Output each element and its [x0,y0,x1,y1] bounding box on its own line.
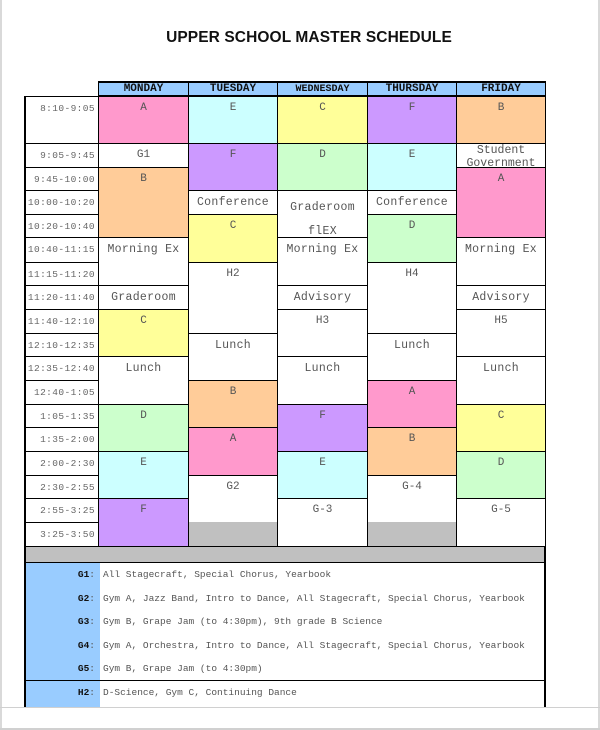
schedule-block-tuesday: B [188,380,278,428]
schedule-block-thursday: F [367,96,457,144]
time-slot: 1:05-1:35 [24,404,99,428]
legend-row: G1: All Stagecraft, Special Chorus, Yearb… [26,569,546,585]
schedule-block-friday: A [456,167,546,238]
legend-group: G1: All Stagecraft, Special Chorus, Yearb… [24,562,546,681]
empty-slot [188,522,278,547]
day-header-monday: MONDAY [98,81,189,96]
schedule-block-friday: B [456,96,546,144]
page-title: UPPER SCHOOL MASTER SCHEDULE [166,29,452,46]
schedule-block-tuesday: Lunch [188,333,278,381]
schedule-block-wednesday: D [277,143,368,191]
schedule-block-monday: B [98,167,189,238]
schedule-block-monday: Morning Ex [98,237,189,286]
schedule-block-monday: Lunch [98,356,189,405]
time-slot: 12:40-1:05 [24,380,99,405]
schedule-block-monday: E [98,451,189,499]
time-slot: 1:35-2:00 [24,427,99,452]
schedule-block-thursday: Conference [367,190,457,215]
schedule-block-monday: C [98,309,189,357]
schedule-block-tuesday: A [188,427,278,476]
schedule-block-thursday: E [367,143,457,191]
page-break [0,707,600,708]
legend-key: G4: [77,639,95,651]
schedule-block-tuesday: E [188,96,278,144]
day-header-thursday: THURSDAY [367,81,457,96]
schedule-block-monday: A [98,96,189,144]
schedule-block-thursday: B [367,427,457,476]
schedule-block-tuesday: Conference [188,190,278,215]
empty-slot [367,522,457,547]
time-slot: 12:10-12:35 [24,333,99,357]
schedule-block-wednesday: C [277,96,368,144]
schedule-block-monday: F [98,498,189,547]
legend-row: H2: D-Science, Gym C, Continuing Dance [26,687,546,703]
schedule-block-wednesday: F [277,404,368,452]
day-header-tuesday: TUESDAY [188,81,278,96]
schedule-block-friday: Advisory [456,285,546,310]
legend-description: D-Science, Gym C, Continuing Dance [103,687,297,698]
legend-key: G1: [77,569,95,580]
time-slot: 11:15-11:20 [24,262,99,286]
day-header-friday: FRIDAY [456,81,546,96]
schedule-block-tuesday: C [188,214,278,263]
schedule-block-wednesday: G-3 [277,498,368,547]
legend-key: G5: [77,663,95,674]
schedule-block-wednesday: Morning Ex [277,237,368,286]
time-slot: 9:45-10:00 [24,167,99,191]
time-slot: 2:30-2:55 [24,475,99,499]
legend-group: H2: D-Science, Gym C, Continuing Dance [24,680,546,708]
legend-description: Gym A, Orchestra, Intro to Dance, All St… [103,639,525,651]
schedule-block-thursday: Lunch [367,333,457,381]
legend-description: Gym B, Grape Jam (to 4:30pm), 9th grade … [103,616,383,627]
legend-key: G2: [77,592,95,604]
schedule-block-wednesday: Graderoom flEX [277,190,368,238]
schedule-block-thursday: A [367,380,457,428]
time-slot: 10:40-11:15 [24,237,99,263]
time-slot: 11:20-11:40 [24,285,99,310]
schedule-block-tuesday: F [188,143,278,191]
time-slot: 2:00-2:30 [24,451,99,476]
schedule-block-friday: G-5 [456,498,546,547]
time-slot: 2:55-3:25 [24,498,99,523]
schedule-block-monday: G1 [98,143,189,168]
schedule-block-wednesday: Advisory [277,285,368,310]
legend-description: Gym A, Jazz Band, Intro to Dance, All St… [103,592,525,604]
time-slot: 3:25-3:50 [24,522,99,547]
schedule-block-friday: H5 [456,309,546,357]
legend-row: G3: Gym B, Grape Jam (to 4:30pm), 9th gra… [26,616,546,632]
schedule-block-wednesday: Lunch [277,356,368,405]
schedule-block-friday: D [456,451,546,499]
schedule-block-monday: Graderoom [98,285,189,310]
time-slot: 11:40-12:10 [24,309,99,334]
schedule-block-tuesday: H2 [188,262,278,334]
day-header-wednesday: WEDNESDAY [277,81,368,96]
schedule-block-friday: Student Government [456,143,546,168]
schedule-block-thursday: H4 [367,262,457,334]
time-slot: 9:05-9:45 [24,143,99,168]
schedule-block-thursday: D [367,214,457,263]
schedule-block-monday: D [98,404,189,452]
schedule-block-thursday: G-4 [367,475,457,523]
time-slot: 10:20-10:40 [24,214,99,238]
page-edge [0,0,2,730]
legend-description: All Stagecraft, Special Chorus, Yearbook [103,569,332,580]
schedule-block-wednesday: H3 [277,309,368,357]
schedule-block-friday: C [456,404,546,452]
schedule-block-wednesday: E [277,451,368,499]
legend-row: G4: Gym A, Orchestra, Intro to Dance, All… [26,640,546,656]
legend-row: G2: Gym A, Jazz Band, Intro to Dance, All… [26,593,546,609]
schedule-block-friday: Morning Ex [456,237,546,286]
time-slot: 12:35-12:40 [24,356,99,381]
legend-key: H2: [77,687,95,698]
legend-row: G5: Gym B, Grape Jam (to 4:30pm) [26,663,546,679]
separator-band [24,546,546,563]
schedule-block-tuesday: G2 [188,475,278,523]
legend-key: G3: [77,616,95,627]
legend-description: Gym B, Grape Jam (to 4:30pm) [103,663,263,674]
time-slot: 10:00-10:20 [24,190,99,215]
time-slot: 8:10-9:05 [24,96,99,144]
schedule-block-friday: Lunch [456,356,546,405]
